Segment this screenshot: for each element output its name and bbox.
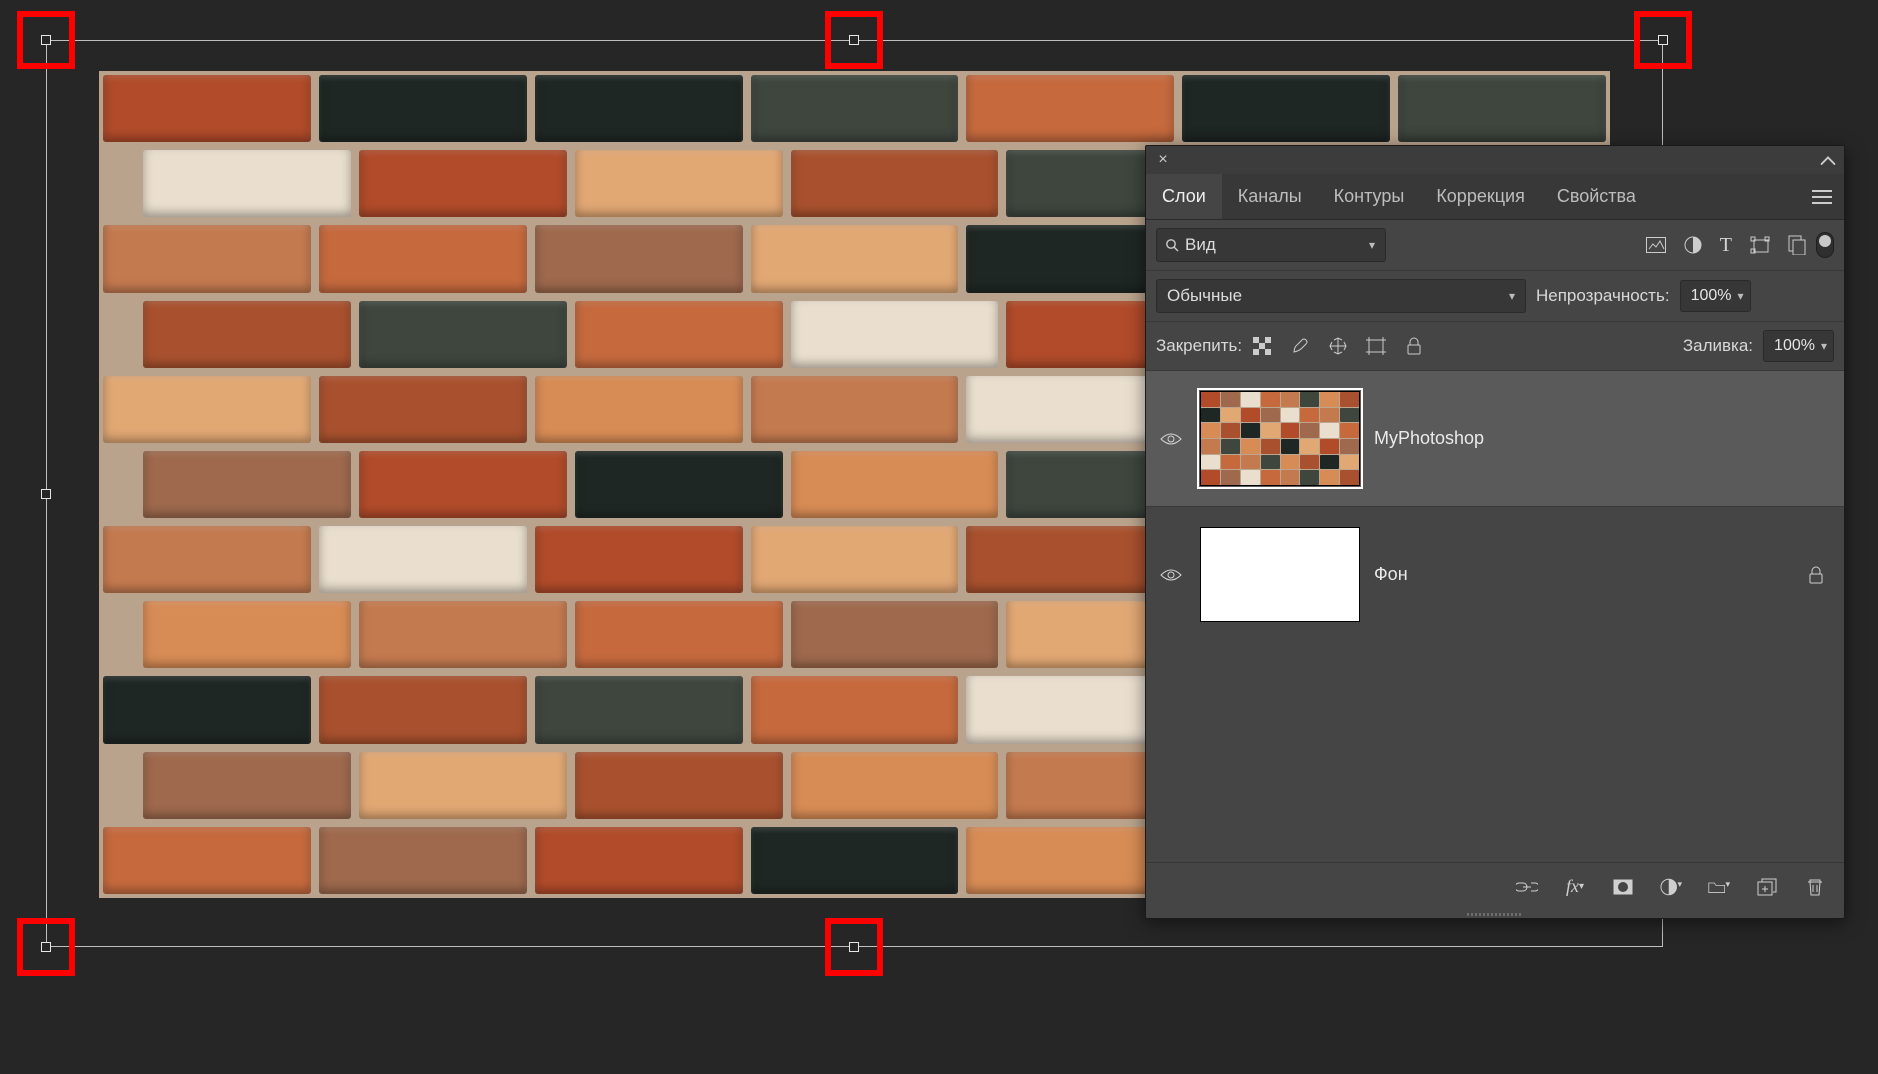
panel-menu-icon[interactable]: [1806, 186, 1838, 208]
tab-paths[interactable]: Контуры: [1318, 174, 1421, 219]
collapse-icon[interactable]: [1820, 155, 1836, 165]
delete-layer-icon[interactable]: [1804, 876, 1826, 898]
new-group-icon[interactable]: ▾: [1708, 876, 1730, 898]
panel-titlebar[interactable]: ×: [1146, 146, 1844, 174]
chevron-down-icon: ▾: [1509, 289, 1515, 303]
layer-fx-icon[interactable]: fx▾: [1564, 876, 1586, 898]
tab-adjustments[interactable]: Коррекция: [1420, 174, 1541, 219]
transform-handle-bottom-left[interactable]: [41, 942, 51, 952]
layer-list: MyPhotoshop Фон: [1146, 371, 1844, 862]
chevron-down-icon: ▾: [1369, 238, 1375, 252]
tab-label: Каналы: [1238, 186, 1302, 207]
tab-label: Свойства: [1557, 186, 1636, 207]
lock-fill-row: Закрепить: Заливка: 100% ▾: [1146, 322, 1844, 371]
panel-resize-grip[interactable]: [1146, 910, 1844, 918]
filter-pixel-icon[interactable]: [1646, 237, 1666, 253]
tab-channels[interactable]: Каналы: [1222, 174, 1318, 219]
transform-handle-top-right[interactable]: [1658, 35, 1668, 45]
link-layers-icon[interactable]: [1516, 876, 1538, 898]
layers-panel: × Слои Каналы Контуры Коррекция Свойства…: [1145, 145, 1845, 919]
blend-mode-label: Обычные: [1167, 286, 1242, 306]
filter-kind-label: Вид: [1185, 235, 1216, 255]
chevron-down-icon: ▾: [1737, 289, 1743, 303]
visibility-toggle-icon[interactable]: [1160, 432, 1186, 446]
tab-label: Слои: [1162, 186, 1206, 207]
lock-label: Закрепить:: [1156, 336, 1242, 356]
blend-mode-select[interactable]: Обычные ▾: [1156, 279, 1526, 313]
lock-transparency-icon[interactable]: [1252, 336, 1272, 356]
panel-bottom-bar: fx▾ ▾ ▾: [1146, 862, 1844, 910]
tab-properties[interactable]: Свойства: [1541, 174, 1652, 219]
transform-handle-top-center[interactable]: [849, 35, 859, 45]
tab-label: Коррекция: [1436, 186, 1525, 207]
transform-handle-top-left[interactable]: [41, 35, 51, 45]
opacity-label: Непрозрачность:: [1536, 286, 1670, 306]
opacity-value: 100%: [1691, 287, 1732, 305]
close-icon[interactable]: ×: [1154, 151, 1172, 169]
opacity-field[interactable]: 100% ▾: [1680, 280, 1751, 312]
transform-handle-mid-left[interactable]: [41, 489, 51, 499]
lock-position-icon[interactable]: [1328, 336, 1348, 356]
tab-label: Контуры: [1334, 186, 1405, 207]
filter-toggle[interactable]: [1816, 232, 1834, 258]
new-layer-icon[interactable]: [1756, 876, 1778, 898]
filter-adjustment-icon[interactable]: [1684, 236, 1702, 254]
panel-tabs: Слои Каналы Контуры Коррекция Свойства: [1146, 174, 1844, 220]
layer-row[interactable]: MyPhotoshop: [1146, 371, 1844, 506]
add-mask-icon[interactable]: [1612, 876, 1634, 898]
lock-icon[interactable]: [1808, 566, 1824, 584]
fill-value: 100%: [1774, 337, 1815, 355]
lock-paint-icon[interactable]: [1290, 336, 1310, 356]
search-icon: [1165, 238, 1179, 252]
blend-opacity-row: Обычные ▾ Непрозрачность: 100% ▾: [1146, 271, 1844, 322]
layer-name-label[interactable]: MyPhotoshop: [1374, 428, 1484, 449]
filter-shape-icon[interactable]: [1750, 236, 1770, 254]
transform-handle-bottom-center[interactable]: [849, 942, 859, 952]
new-adjustment-icon[interactable]: ▾: [1660, 876, 1682, 898]
tab-layers[interactable]: Слои: [1146, 174, 1222, 219]
visibility-toggle-icon[interactable]: [1160, 568, 1186, 582]
chevron-down-icon: ▾: [1821, 339, 1827, 353]
filter-row: Вид ▾ T: [1146, 220, 1844, 271]
fill-field[interactable]: 100% ▾: [1763, 330, 1834, 362]
fill-label: Заливка:: [1683, 336, 1753, 356]
filter-type-icon[interactable]: T: [1720, 234, 1732, 257]
layer-name-label[interactable]: Фон: [1374, 564, 1408, 585]
layer-thumbnail[interactable]: [1200, 527, 1360, 622]
layer-thumbnail[interactable]: [1200, 391, 1360, 486]
layer-row[interactable]: Фон: [1146, 507, 1844, 642]
lock-all-icon[interactable]: [1404, 336, 1424, 356]
filter-kind-select[interactable]: Вид ▾: [1156, 228, 1386, 262]
lock-artboard-icon[interactable]: [1366, 336, 1386, 356]
filter-smartobject-icon[interactable]: [1788, 235, 1806, 255]
